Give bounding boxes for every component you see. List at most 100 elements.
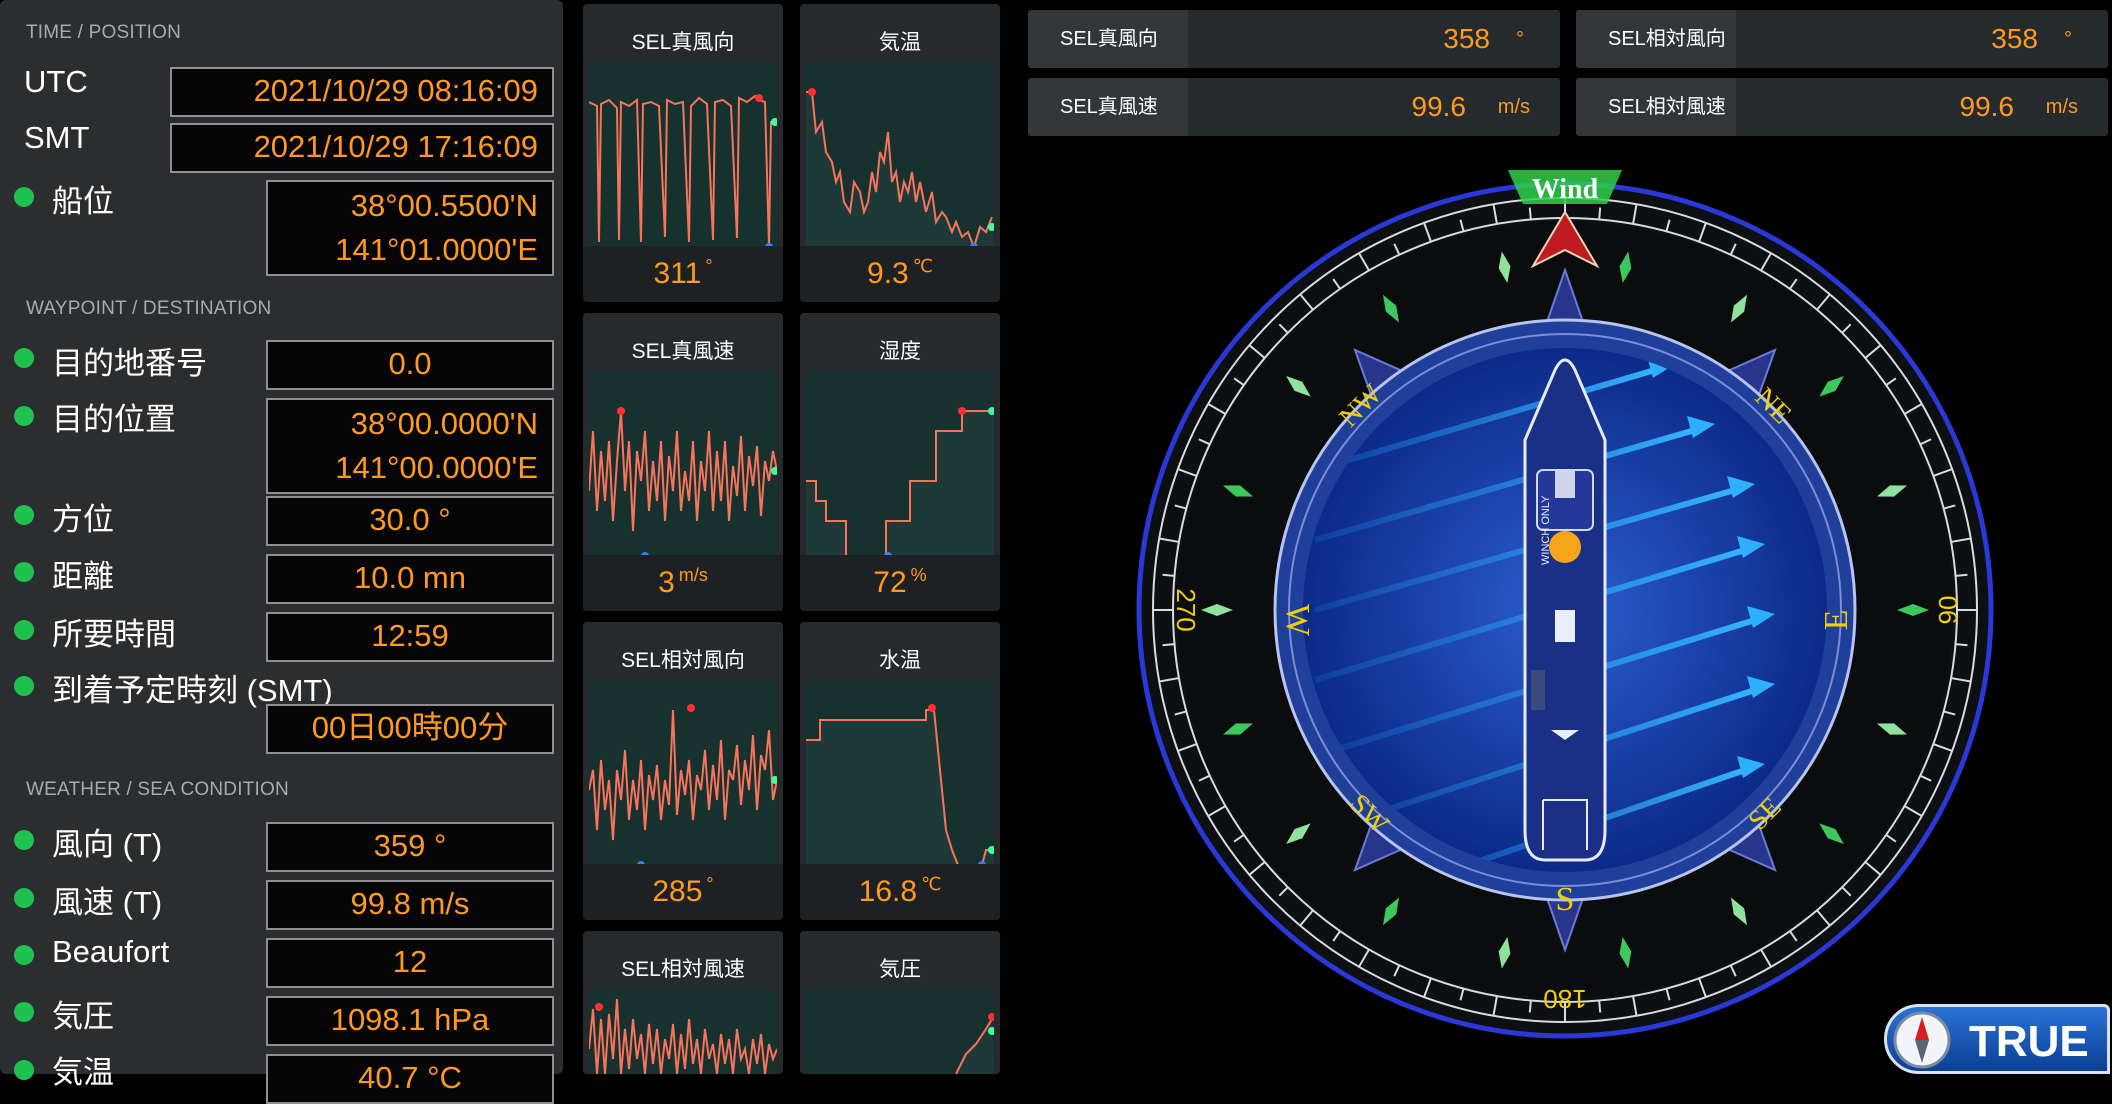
ship-longitude: 141°01.0000'E (335, 232, 538, 267)
wind-dir-label: 風向 (T) (52, 827, 163, 862)
air-temp-status-dot (14, 1060, 34, 1080)
left-info-panel: TIME / POSITION UTC 2021/10/29 08:16:09 … (0, 0, 563, 1104)
wind-label: Wind (1532, 174, 1599, 205)
readout-label: SEL真風向 (1028, 10, 1188, 68)
ship-position-label: 船位 (52, 184, 114, 219)
dest-longitude: 141°00.0000'E (335, 450, 538, 485)
chart-card-true-wind-dir[interactable]: SEL真風向 311 ° (583, 4, 783, 302)
sparkline-pressure (806, 989, 994, 1074)
wind-dir-status-dot (14, 830, 34, 850)
distance-label: 距離 (52, 559, 114, 594)
wind-speed-label: 風速 (T) (52, 885, 163, 920)
chart-title: SEL真風向 (631, 31, 735, 54)
ship-deck-text: WINCH ONLY (1540, 495, 1552, 565)
chart-title: SEL相対風速 (621, 958, 745, 981)
sparkline-true-wind-dir (589, 62, 777, 254)
air-temp-value: 40.7 °C (266, 1054, 554, 1104)
bearing-status-dot (14, 505, 34, 525)
chart-card-humidity[interactable]: 湿度 72% (800, 313, 1000, 611)
chart-value: 311 ° (583, 246, 783, 302)
position-status-dot (14, 187, 34, 207)
readout-unit: m/s (2045, 96, 2078, 118)
smt-label: SMT (24, 120, 90, 155)
tick-mark (1162, 573, 1175, 577)
readout-label: SEL真風速 (1028, 78, 1188, 136)
beaufort-value: 12 (266, 938, 554, 988)
bearing-label: 方位 (52, 502, 114, 537)
chart-value: 16.8 ℃ (800, 864, 1000, 920)
chart-title: 水温 (879, 649, 921, 672)
chart-card-true-wind-speed[interactable]: SEL真風速 3 m/s (583, 313, 783, 611)
dest-no-value: 0.0 (266, 340, 554, 390)
dest-no-label: 目的地番号 (52, 346, 207, 381)
distance-value: 10.0 mn (266, 554, 554, 604)
utc-value: 2021/10/29 08:16:09 (170, 67, 554, 117)
tick-mark (1528, 207, 1532, 220)
chart-card-rel-wind-speed[interactable]: SEL相対風速 (583, 931, 783, 1074)
section-weather: WEATHER / SEA CONDITION (26, 779, 289, 800)
sparkline-rel-wind-speed (589, 989, 777, 1074)
chart-title: 気温 (879, 31, 921, 54)
wind-speed-status-dot (14, 888, 34, 908)
chart-card-rel-wind-dir[interactable]: SEL相対風向 285 ° (583, 622, 783, 920)
readout-unit: ° (1516, 28, 1524, 50)
ship-latitude: 38°00.5500'N (350, 188, 538, 223)
readout-value: 358 (1443, 23, 1490, 54)
eta-status-dot (14, 676, 34, 696)
tick-mark (1955, 643, 1968, 647)
section-time-position: TIME / POSITION (26, 22, 182, 43)
chart-card-pressure[interactable]: 気圧 (800, 931, 1000, 1074)
wind-dir-value: 359 ° (266, 822, 554, 872)
true-mode-label: TRUE (1969, 1017, 2089, 1066)
chart-value: 285 ° (583, 864, 783, 920)
dest-pos-value: 38°00.0000'N 141°00.0000'E (266, 398, 554, 494)
beaufort-label: Beaufort (52, 934, 170, 969)
tick-mark (1598, 1000, 1602, 1013)
time-req-status-dot (14, 620, 34, 640)
time-req-label: 所要時間 (52, 617, 176, 652)
ship-mast-light (1549, 531, 1581, 563)
sparkline-air-temp (806, 62, 994, 254)
chart-title: SEL相対風向 (621, 649, 745, 672)
chart-title: SEL真風速 (631, 340, 735, 363)
readout-label: SEL相対風速 (1576, 78, 1736, 136)
tick-mark (1955, 573, 1968, 577)
chart-value: 9.3 ℃ (800, 246, 1000, 302)
cardinal-w: W (1279, 604, 1316, 637)
degree-270: 270 (1171, 588, 1201, 631)
tick-mark (1528, 1000, 1532, 1013)
true-mode-badge[interactable]: TRUE (1884, 1004, 2110, 1074)
chart-value: 3 m/s (583, 555, 783, 611)
readout-value: 358 (1991, 23, 2038, 54)
chart-title: 気圧 (879, 958, 921, 981)
wind-speed-value: 99.8 m/s (266, 880, 554, 930)
readout-rel-wind-speed: SEL相対風速 99.6 m/s (1576, 78, 2108, 136)
chart-card-air-temp[interactable]: 気温 9.3 ℃ (800, 4, 1000, 302)
pressure-status-dot (14, 1002, 34, 1022)
utc-label: UTC (24, 64, 88, 99)
readout-true-wind-speed: SEL真風速 99.6 m/s (1028, 78, 1560, 136)
beaufort-status-dot (14, 945, 34, 965)
degree-180: 180 (1543, 984, 1586, 1014)
chart-title: 湿度 (879, 340, 921, 363)
sparkline-true-wind-speed (589, 371, 777, 563)
readout-rel-wind-dir: SEL相対風向 358 ° (1576, 10, 2108, 68)
wind-compass: WINCH ONLY Wind S W E NW NE SW SE 180 27… (1136, 170, 1994, 1039)
degree-90: 90 (1933, 596, 1963, 625)
ship-position-value: 38°00.5500'N 141°01.0000'E (266, 180, 554, 276)
readout-unit: ° (2064, 28, 2072, 50)
compass-needle-icon (1893, 1011, 1951, 1069)
chart-card-water-temp[interactable]: 水温 16.8 ℃ (800, 622, 1000, 920)
cardinal-e: E (1818, 610, 1855, 631)
section-waypoint: WAYPOINT / DESTINATION (26, 298, 272, 319)
readout-true-wind-dir: SEL真風向 358 ° (1028, 10, 1560, 68)
chart-value: 72% (800, 555, 1000, 611)
dest-no-status-dot (14, 348, 34, 368)
dest-latitude: 38°00.0000'N (350, 406, 538, 441)
air-temp-label: 気温 (52, 1055, 114, 1090)
sparkline-water-temp (806, 680, 994, 872)
eta-value: 00日00時00分 (266, 704, 554, 754)
readout-value: 99.6 (1959, 91, 2015, 122)
dest-pos-label: 目的位置 (52, 402, 176, 437)
time-req-value: 12:59 (266, 612, 554, 662)
